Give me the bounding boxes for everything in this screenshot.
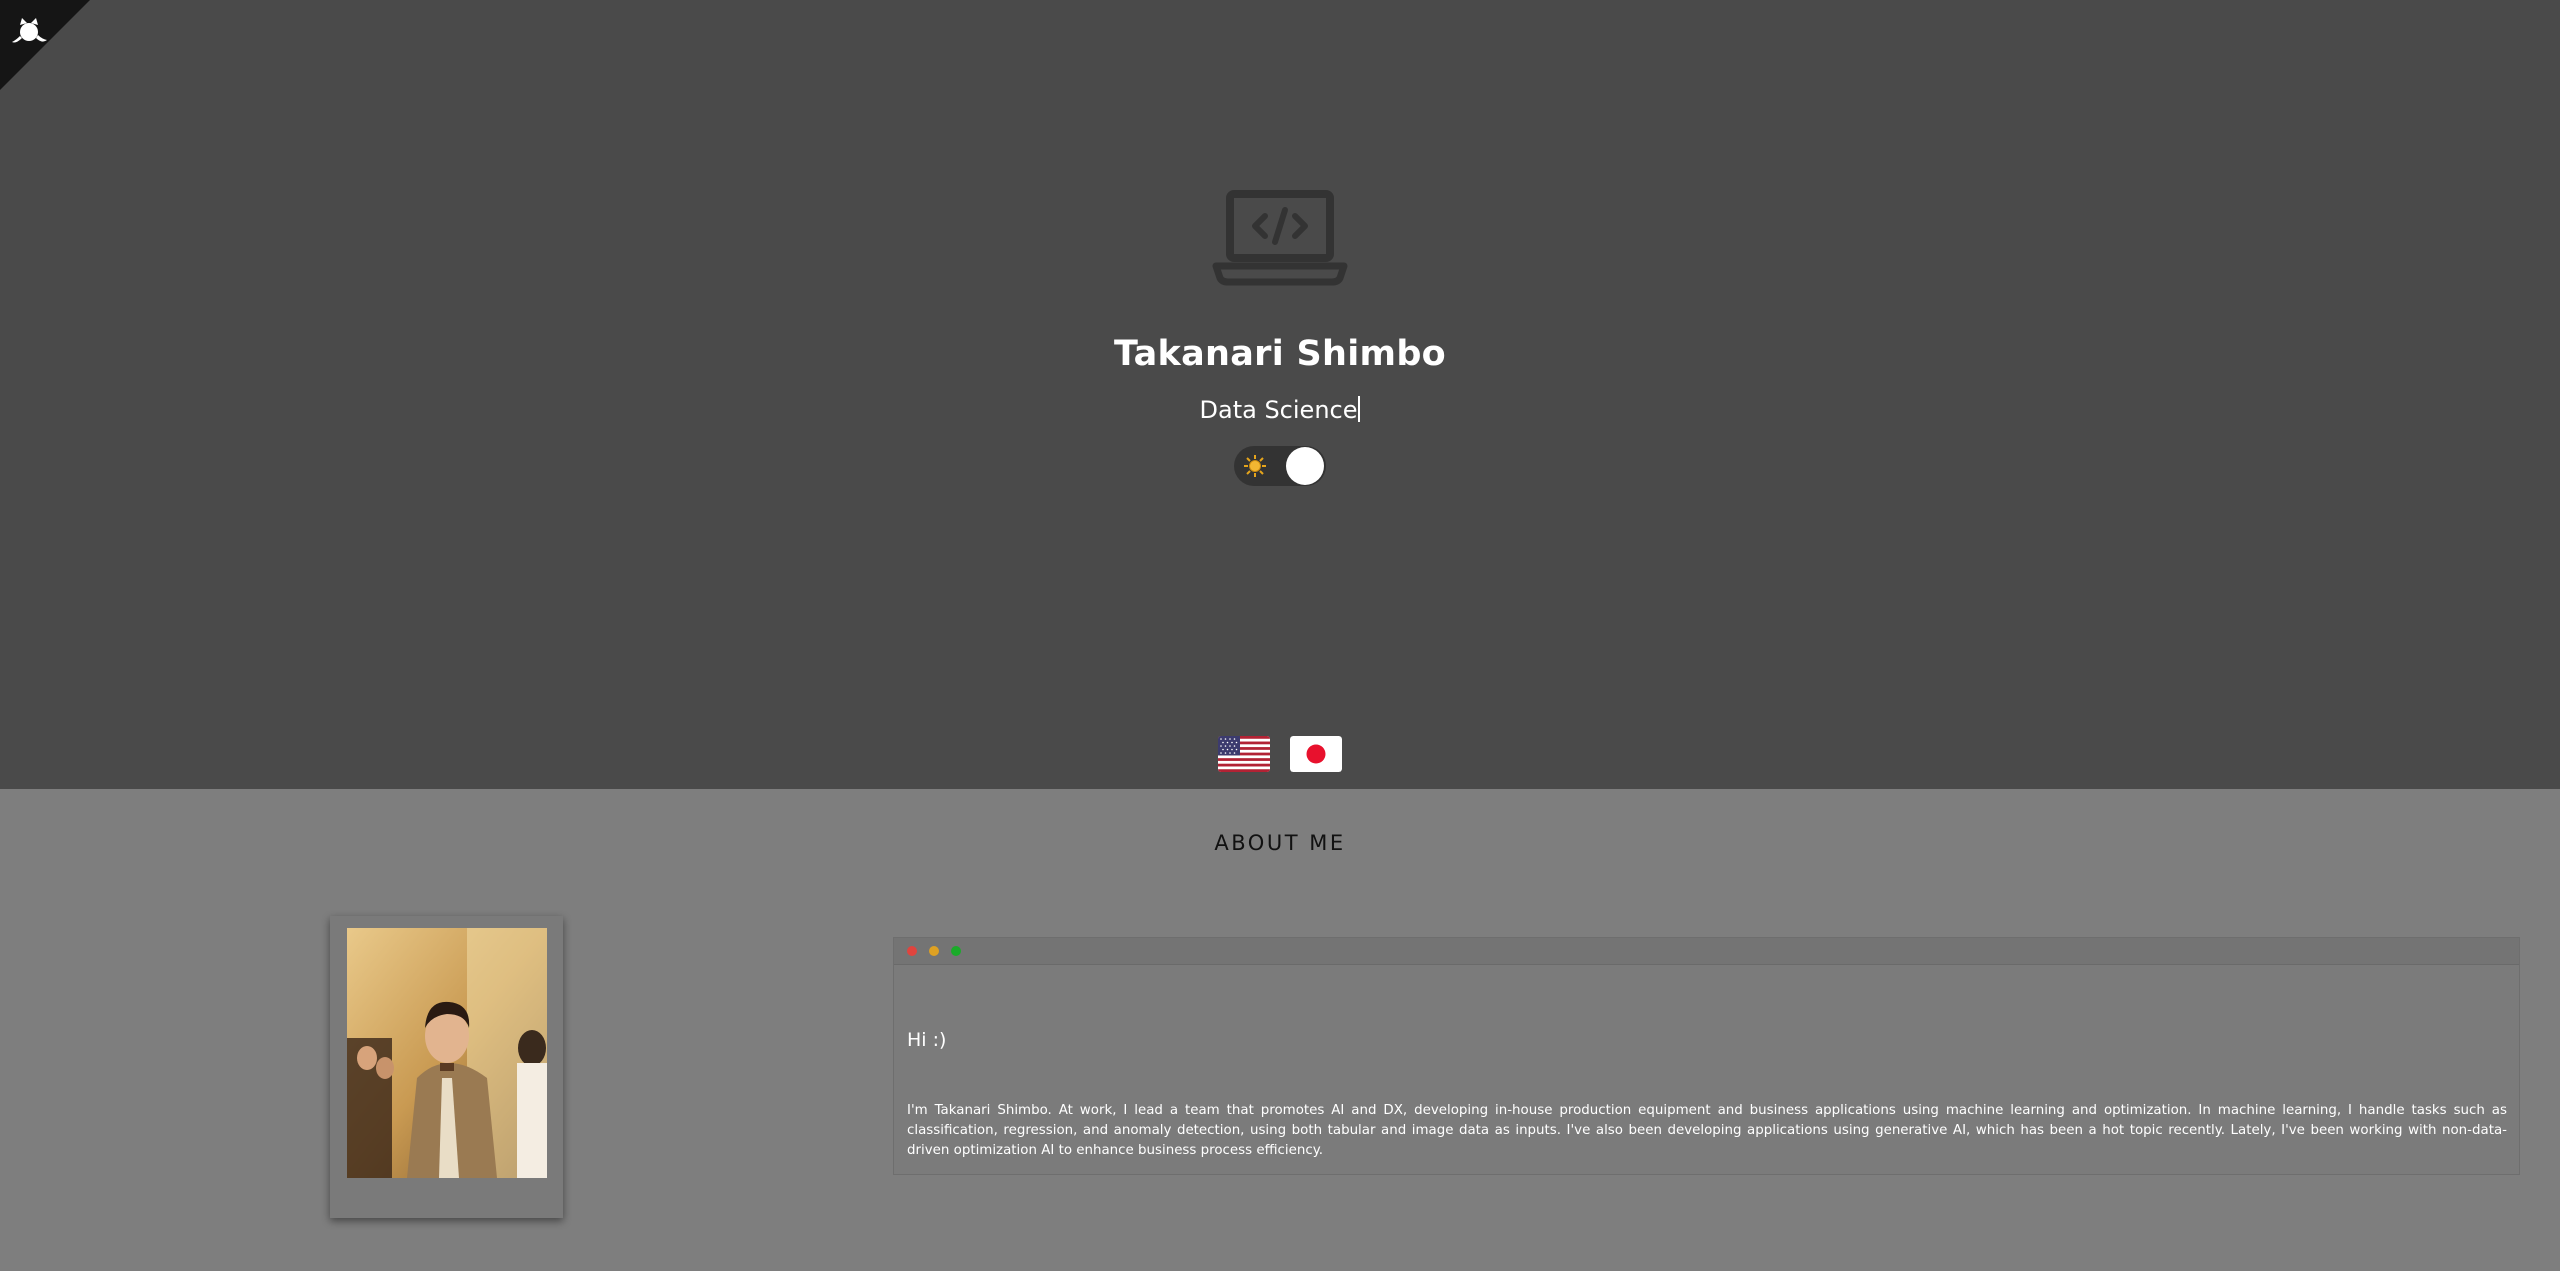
typed-role: Data Science [0,393,2560,427]
about-greeting: Hi :) [907,1029,947,1051]
window-close-dot[interactable] [907,946,917,956]
window-minimize-dot[interactable] [929,946,939,956]
window-maximize-dot[interactable] [951,946,961,956]
github-corner-link[interactable] [0,0,90,90]
profile-photo [347,928,547,1178]
sun-icon [1244,455,1266,477]
typed-role-text: Data Science [1199,396,1358,424]
profile-photo-card [330,916,563,1218]
about-intro-text: I'm Takanari Shimbo. At work, I lead a t… [907,1103,2507,1158]
typed-cursor [1358,396,1361,422]
about-terminal-window: Hi :) I'm Takanari Shimbo. At work, I le… [893,937,2520,1175]
hero-section: Takanari Shimbo Data Science [0,0,2560,789]
us-flag-icon[interactable] [1218,736,1270,772]
github-octocat-icon [0,0,90,90]
toggle-knob[interactable] [1286,447,1324,485]
about-title: ABOUT ME [1214,831,1346,855]
laptop-code-icon [1212,190,1348,286]
japan-flag-icon[interactable] [1290,736,1342,772]
theme-toggle[interactable] [1234,446,1326,486]
profile-name: Takanari Shimbo [1113,334,1447,374]
terminal-titlebar [894,938,2519,965]
